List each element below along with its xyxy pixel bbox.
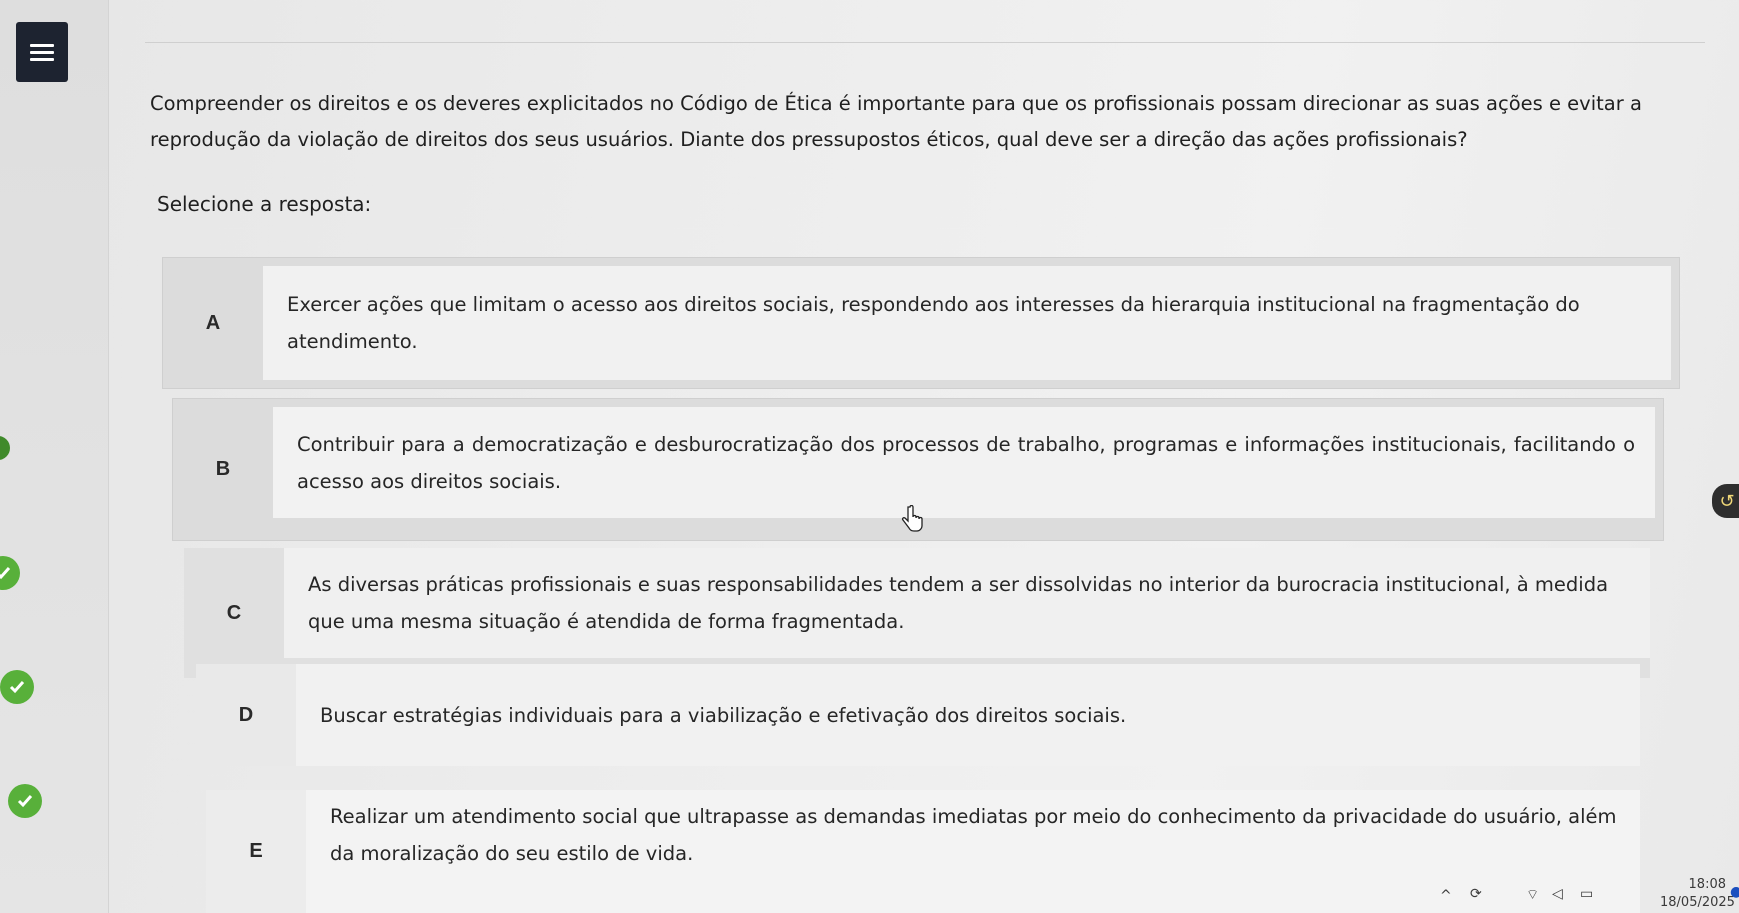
volume-icon[interactable]: ◁ — [1552, 886, 1563, 902]
answer-option-c[interactable]: C As diversas práticas profissionais e s… — [184, 548, 1650, 678]
answer-option-e[interactable]: E Realizar um atendimento social que ult… — [206, 790, 1640, 913]
hand-pointer-icon — [901, 505, 923, 532]
hamburger-menu-icon — [30, 43, 54, 61]
side-widget-icon[interactable]: ↺ — [1712, 484, 1739, 518]
option-text: Buscar estratégias individuais para a vi… — [296, 664, 1640, 766]
clock-time: 18:08 — [1688, 877, 1726, 892]
check-circle-icon — [8, 784, 42, 818]
option-text: As diversas práticas profissionais e sua… — [284, 548, 1650, 658]
option-letter: C — [226, 601, 242, 624]
option-letter: E — [249, 840, 263, 862]
option-letter: B — [215, 458, 231, 480]
top-divider — [145, 42, 1705, 43]
wifi-icon[interactable]: ⌔ — [1526, 886, 1539, 904]
select-answer-label: Selecione a resposta: — [157, 192, 372, 216]
taskbar-clock[interactable]: 18:08 18/05/2025 — [1660, 876, 1735, 912]
check-circle-icon — [0, 670, 34, 704]
option-text: Contribuir para a democratização e desbu… — [273, 407, 1655, 518]
option-letter: A — [205, 311, 221, 334]
system-tray: ^ ⟳ ⌔ ◁ ▭ 18:08 18/05/2025 ● — [1440, 868, 1739, 913]
chevron-up-icon[interactable]: ^ — [1440, 888, 1452, 904]
left-sidebar — [0, 0, 109, 913]
question-text: Compreender os direitos e os deveres exp… — [150, 92, 1642, 151]
option-letter: D — [238, 703, 254, 726]
notification-icon[interactable]: ● — [1730, 884, 1739, 900]
option-text: Exercer ações que limitam o acesso aos d… — [263, 266, 1671, 380]
menu-button[interactable] — [16, 22, 68, 82]
clock-date: 18/05/2025 — [1660, 895, 1735, 910]
answer-option-a[interactable]: A Exercer ações que limitam o acesso aos… — [162, 257, 1680, 389]
sync-icon[interactable]: ⟳ — [1470, 886, 1482, 902]
battery-icon[interactable]: ▭ — [1580, 886, 1593, 902]
answer-option-d[interactable]: D Buscar estratégias individuais para a … — [196, 664, 1640, 766]
